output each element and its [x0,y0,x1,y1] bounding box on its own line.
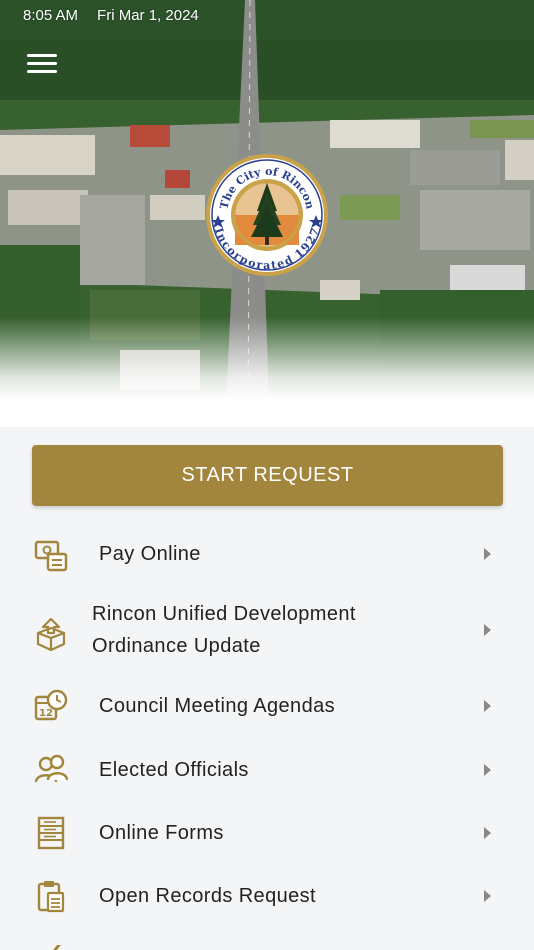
officials-icon [33,752,69,788]
chevron-right-icon [484,890,491,902]
status-time: 8:05 AM [23,7,79,24]
menu-item-label: Elected Officials [99,759,249,781]
hamburger-menu-icon[interactable] [27,54,57,76]
header-fade [0,317,534,427]
menu-item-label: Online Forms [99,822,224,844]
chevron-right-icon [484,827,491,839]
clipboard-icon [33,878,69,914]
checkmark-icon [33,945,69,950]
status-bar: 8:05 AM Fri Mar 1, 2024 [23,7,199,24]
menu-item-council-agendas[interactable]: 12 Council Meeting Agendas [0,674,534,738]
chevron-right-icon [484,624,491,636]
city-seal-logo: The City of Rincon Incorporated 1927 [205,153,329,277]
chevron-right-icon [484,764,491,776]
services-menu-list: Pay Online Rincon Unified Development Or… [0,522,534,950]
menu-item-label: Council Meeting Agendas [99,695,336,717]
payment-icon [33,538,69,574]
svg-text:12: 12 [39,708,53,719]
menu-item-development-ordinance[interactable]: Rincon Unified Development Ordinance Upd… [0,586,534,674]
chevron-right-icon [484,548,491,560]
menu-item-label: Pay Online [99,543,201,565]
calendar-clock-icon: 12 [33,688,69,724]
package-upload-icon [33,616,69,652]
status-date: Fri Mar 1, 2024 [97,7,199,24]
menu-item-label: Open Records Request [99,885,317,907]
menu-item-partial[interactable] [0,927,534,950]
form-icon [33,815,69,851]
menu-item-label: Rincon Unified Development Ordinance Upd… [92,603,356,657]
menu-item-open-records[interactable]: Open Records Request [0,864,534,927]
menu-item-online-forms[interactable]: Online Forms [0,801,534,864]
menu-item-elected-officials[interactable]: Elected Officials [0,738,534,801]
menu-item-pay-online[interactable]: Pay Online [0,522,534,586]
start-request-button[interactable]: START REQUEST [32,445,503,506]
chevron-right-icon [484,700,491,712]
